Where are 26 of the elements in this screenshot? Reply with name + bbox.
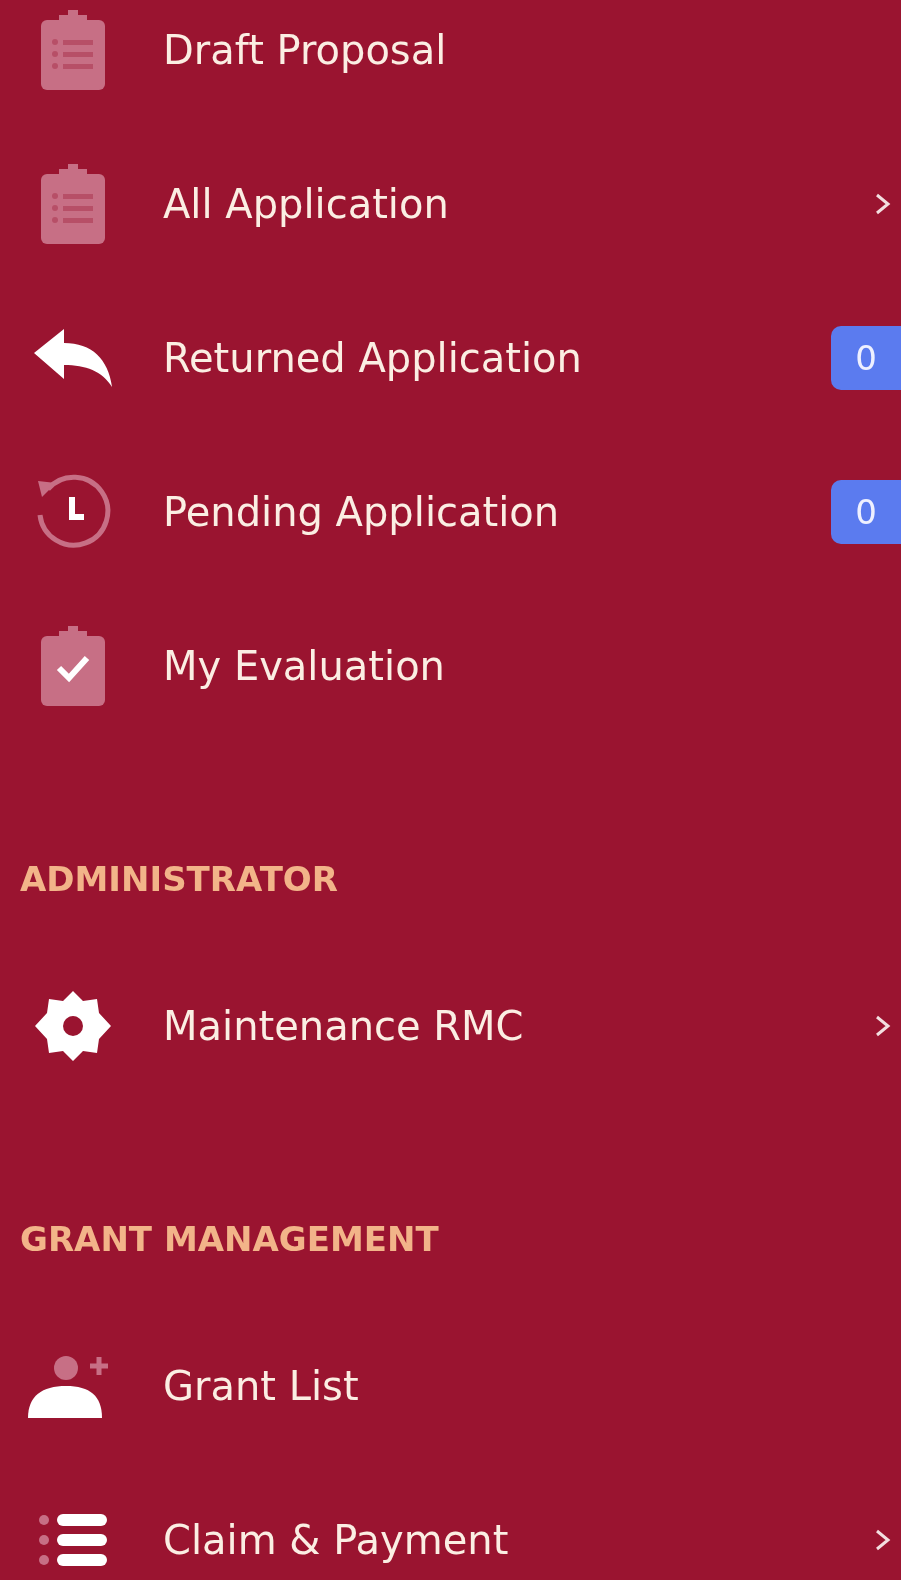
- menu-item-label: My Evaluation: [163, 643, 445, 689]
- menu-item[interactable]: Pending Application 0: [0, 462, 901, 562]
- reply-icon: [34, 329, 112, 387]
- menu-item[interactable]: Maintenance RMC: [0, 976, 901, 1076]
- clipboard-check-icon: [41, 626, 105, 706]
- gear-icon: [35, 991, 111, 1061]
- section-heading: GRANT MANAGEMENT: [20, 1218, 440, 1261]
- menu-item-label: All Application: [163, 181, 449, 227]
- menu-item[interactable]: Draft Proposal: [0, 0, 901, 100]
- menu-item[interactable]: Grant List: [0, 1336, 901, 1436]
- menu-item[interactable]: All Application: [0, 154, 901, 254]
- menu-item-label: Pending Application: [163, 489, 560, 535]
- list-icon: [39, 1514, 107, 1566]
- menu-item[interactable]: Returned Application 0: [0, 308, 901, 408]
- count-badge: 0: [831, 480, 901, 544]
- menu-item-label: Claim & Payment: [163, 1517, 509, 1563]
- count-badge: 0: [831, 326, 901, 390]
- menu-item-label: Maintenance RMC: [163, 1003, 524, 1049]
- menu-item-label: Draft Proposal: [163, 27, 447, 73]
- menu-item-label: Returned Application: [163, 335, 582, 381]
- clipboard-list-icon: [41, 164, 105, 244]
- clipboard-list-icon: [41, 10, 105, 90]
- section-heading: ADMINISTRATOR: [20, 858, 339, 901]
- menu-item-label: Grant List: [163, 1363, 359, 1409]
- menu-item[interactable]: Claim & Payment: [0, 1490, 901, 1580]
- menu-item[interactable]: My Evaluation: [0, 616, 901, 716]
